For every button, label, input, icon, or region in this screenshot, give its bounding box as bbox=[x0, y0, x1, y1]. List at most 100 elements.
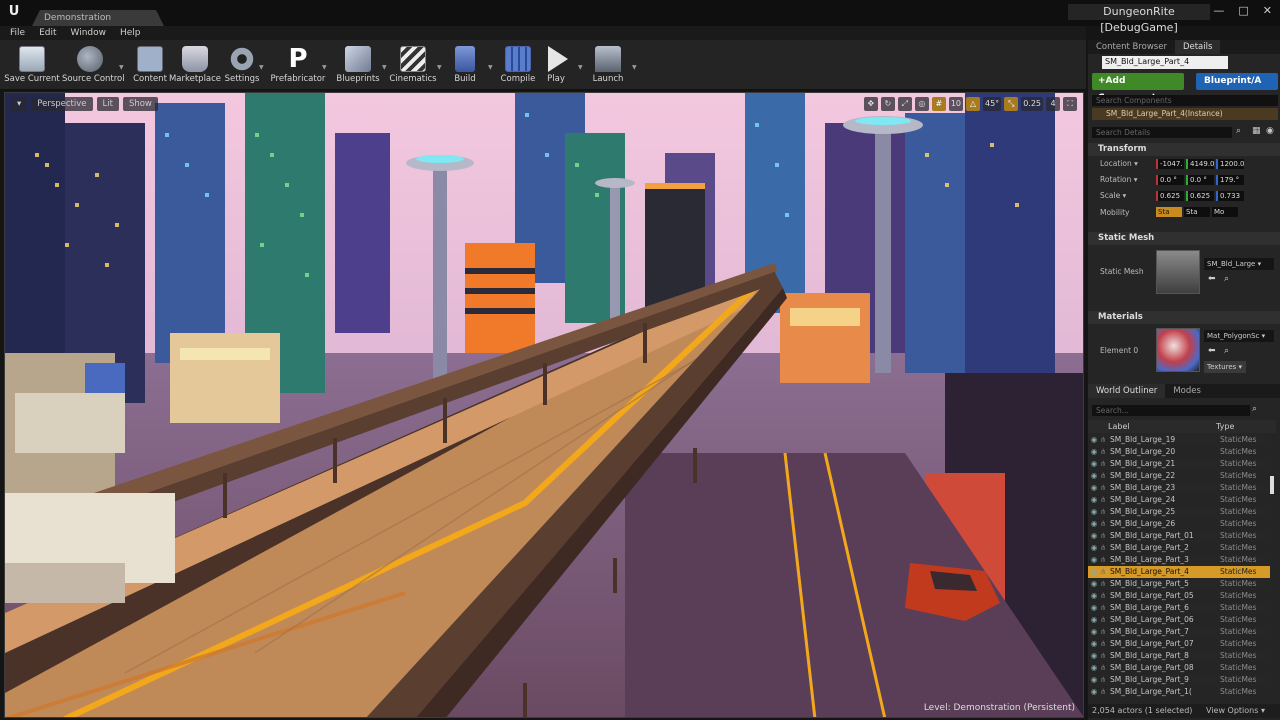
visibility-eye-icon[interactable]: ◉ bbox=[1088, 638, 1100, 650]
scale-y-field[interactable]: 0.625 bbox=[1186, 191, 1214, 201]
settings-dropdown-icon[interactable]: ▼ bbox=[259, 64, 264, 71]
static-mesh-asset-picker[interactable]: SM_Bld_Large ▾ bbox=[1204, 258, 1274, 270]
outliner-row[interactable]: ◉⋔SM_Bld_Large_Part_6 StaticMeshA bbox=[1088, 602, 1270, 614]
visibility-eye-icon[interactable]: ◉ bbox=[1088, 626, 1100, 638]
maximize-viewport-icon[interactable]: ⛶ bbox=[1063, 97, 1077, 111]
outliner-row[interactable]: ◉⋔SM_Bld_Large_Part_5 StaticMeshA bbox=[1088, 578, 1270, 590]
type-column-header[interactable]: Type bbox=[1216, 422, 1234, 431]
rotation-x-field[interactable]: 0.0 ° bbox=[1156, 175, 1184, 185]
prefabricator-dropdown-icon[interactable]: ▼ bbox=[322, 64, 327, 71]
visibility-eye-icon[interactable]: ◉ bbox=[1088, 470, 1100, 482]
outliner-row[interactable]: ◉⋔SM_Bld_Large_24 StaticMeshA bbox=[1088, 494, 1270, 506]
scale-label[interactable]: Scale ▾ bbox=[1100, 191, 1126, 200]
outliner-row[interactable]: ◉⋔SM_Bld_Large_Part_07 StaticMeshA bbox=[1088, 638, 1270, 650]
visibility-eye-icon[interactable]: ◉ bbox=[1088, 590, 1100, 602]
outliner-row[interactable]: ◉⋔SM_Bld_Large_22 StaticMeshA bbox=[1088, 470, 1270, 482]
visibility-eye-icon[interactable]: ◉ bbox=[1088, 458, 1100, 470]
build-button[interactable]: Build bbox=[437, 44, 493, 88]
play-button[interactable]: Play bbox=[528, 44, 584, 88]
blueprints-button[interactable]: Blueprints bbox=[330, 44, 386, 88]
city-scene[interactable] bbox=[5, 93, 1084, 718]
visibility-eye-icon[interactable]: ◉ bbox=[1088, 518, 1100, 530]
rotation-snap-value[interactable]: 45° bbox=[983, 97, 1002, 111]
search-details-input[interactable]: Search Details bbox=[1092, 127, 1232, 138]
visibility-eye-icon[interactable]: ◉ bbox=[1088, 446, 1100, 458]
visibility-eye-icon[interactable]: ◉ bbox=[1088, 602, 1100, 614]
outliner-list[interactable]: ◉⋔SM_Bld_Large_19StaticMeshA◉⋔SM_Bld_Lar… bbox=[1088, 434, 1270, 702]
save-current-button[interactable]: Save Current bbox=[4, 44, 60, 88]
visibility-eye-icon[interactable]: ◉ bbox=[1088, 674, 1100, 686]
menu-help[interactable]: Help bbox=[120, 28, 141, 38]
rotation-z-field[interactable]: 179.° bbox=[1216, 175, 1244, 185]
viewport-options-button[interactable]: ▾ bbox=[11, 97, 28, 111]
blueprint-button[interactable]: Blueprint/A bbox=[1196, 73, 1278, 90]
outliner-row[interactable]: ◉⋔SM_Bld_Large_25 StaticMeshA bbox=[1088, 506, 1270, 518]
outliner-row[interactable]: ◉⋔SM_Bld_Large_26 StaticMeshA bbox=[1088, 518, 1270, 530]
translate-icon[interactable]: ✥ bbox=[863, 97, 878, 111]
outliner-row[interactable]: ◉⋔SM_Bld_Large_Part_08 StaticMeshA bbox=[1088, 662, 1270, 674]
lit-button[interactable]: Lit bbox=[96, 97, 119, 111]
visibility-eye-icon[interactable]: ◉ bbox=[1088, 650, 1100, 662]
show-button[interactable]: Show bbox=[122, 97, 158, 111]
launch-button[interactable]: Launch bbox=[580, 44, 636, 88]
visibility-eye-icon[interactable]: ◉ bbox=[1088, 614, 1100, 626]
visibility-eye-icon[interactable]: ◉ bbox=[1088, 542, 1100, 554]
scale-x-field[interactable]: 0.625 bbox=[1156, 191, 1184, 201]
outliner-row[interactable]: ◉⋔SM_Bld_Large_Part_3 StaticMeshA bbox=[1088, 554, 1270, 566]
static-mesh-section-header[interactable]: Static Mesh bbox=[1088, 232, 1280, 245]
outliner-row[interactable]: ◉⋔SM_Bld_Large_21 StaticMeshA bbox=[1088, 458, 1270, 470]
static-mesh-thumbnail[interactable] bbox=[1156, 250, 1200, 294]
minimize-button[interactable]: — bbox=[1213, 4, 1224, 17]
outliner-row[interactable]: ◉⋔SM_Bld_Large_19 StaticMeshA bbox=[1088, 434, 1270, 446]
location-y-field[interactable]: 4149.0 bbox=[1186, 159, 1214, 169]
outliner-row[interactable]: ◉⋔SM_Bld_Large_Part_9 StaticMeshA bbox=[1088, 674, 1270, 686]
visibility-eye-icon[interactable]: ◉ bbox=[1088, 578, 1100, 590]
grid-view-icon[interactable]: ▦ bbox=[1252, 126, 1261, 136]
material-thumbnail[interactable] bbox=[1156, 328, 1200, 372]
prefabricator-button[interactable]: P Prefabricator bbox=[270, 44, 326, 88]
search-icon[interactable]: ⌕ bbox=[1236, 126, 1241, 136]
visibility-eye-icon[interactable]: ◉ bbox=[1088, 662, 1100, 674]
tab-modes[interactable]: Modes bbox=[1165, 384, 1209, 398]
outliner-row[interactable]: ◉⋔SM_Bld_Large_Part_2 StaticMeshA bbox=[1088, 542, 1270, 554]
location-label[interactable]: Location ▾ bbox=[1100, 159, 1138, 168]
unreal-logo-icon[interactable]: U bbox=[5, 3, 23, 21]
outliner-row[interactable]: ◉⋔SM_Bld_Large_Part_8 StaticMeshA bbox=[1088, 650, 1270, 662]
rotation-snap-icon[interactable]: △ bbox=[966, 97, 980, 111]
location-x-field[interactable]: -1047. bbox=[1156, 159, 1184, 169]
mobility-movable-option[interactable]: Mo bbox=[1212, 207, 1238, 217]
mobility-static-option[interactable]: Sta bbox=[1156, 207, 1182, 217]
actor-name-field[interactable]: SM_Bld_Large_Part_4 bbox=[1102, 56, 1228, 69]
add-component-button[interactable]: +Add Component ▾ bbox=[1092, 73, 1184, 103]
outliner-search-icon[interactable]: ⌕ bbox=[1252, 404, 1257, 414]
visibility-eye-icon[interactable]: ◉ bbox=[1088, 530, 1100, 542]
visibility-eye-icon[interactable]: ◉ bbox=[1088, 686, 1100, 698]
level-document-tab[interactable]: Demonstration bbox=[32, 10, 164, 26]
material-use-selected-icon[interactable]: ⬅ bbox=[1208, 346, 1216, 356]
perspective-button[interactable]: Perspective bbox=[31, 97, 93, 111]
maximize-button[interactable]: □ bbox=[1238, 4, 1248, 17]
outliner-row[interactable]: ◉⋔SM_Bld_Large_Part_01 StaticMeshA bbox=[1088, 530, 1270, 542]
outliner-search-input[interactable]: Search... bbox=[1092, 405, 1250, 416]
tab-world-outliner[interactable]: World Outliner bbox=[1088, 384, 1166, 398]
textures-dropdown[interactable]: Textures ▾ bbox=[1204, 361, 1246, 373]
view-options-button[interactable]: View Options ▾ bbox=[1206, 704, 1265, 718]
rotate-icon[interactable]: ↻ bbox=[880, 97, 895, 111]
label-column-header[interactable]: Label bbox=[1108, 422, 1130, 431]
visibility-eye-icon[interactable]: ◉ bbox=[1088, 566, 1100, 578]
menu-edit[interactable]: Edit bbox=[39, 28, 56, 38]
component-instance-row[interactable]: SM_Bld_Large_Part_4(Instance) bbox=[1092, 108, 1278, 120]
location-z-field[interactable]: 1200.0 bbox=[1216, 159, 1244, 169]
transform-section-header[interactable]: Transform bbox=[1088, 143, 1280, 156]
source-control-button[interactable]: Source Control bbox=[62, 44, 125, 88]
camera-speed-value[interactable]: 4 bbox=[1046, 97, 1060, 111]
grid-snap-icon[interactable]: # bbox=[931, 97, 946, 111]
outliner-row[interactable]: ◉⋔SM_Bld_Large_20 StaticMeshA bbox=[1088, 446, 1270, 458]
level-viewport[interactable]: ▾ Perspective Lit Show ✥ ↻ ⤢ ◎ # 10 △ 45… bbox=[4, 92, 1084, 718]
outliner-row[interactable]: ◉⋔SM_Bld_Large_Part_7 StaticMeshA bbox=[1088, 626, 1270, 638]
material-asset-picker[interactable]: Mat_PolygonSc ▾ bbox=[1204, 330, 1274, 342]
rotation-label[interactable]: Rotation ▾ bbox=[1100, 175, 1138, 184]
scale-icon[interactable]: ⤢ bbox=[897, 97, 912, 111]
materials-section-header[interactable]: Materials bbox=[1088, 311, 1280, 324]
tab-details[interactable]: Details bbox=[1174, 40, 1221, 54]
